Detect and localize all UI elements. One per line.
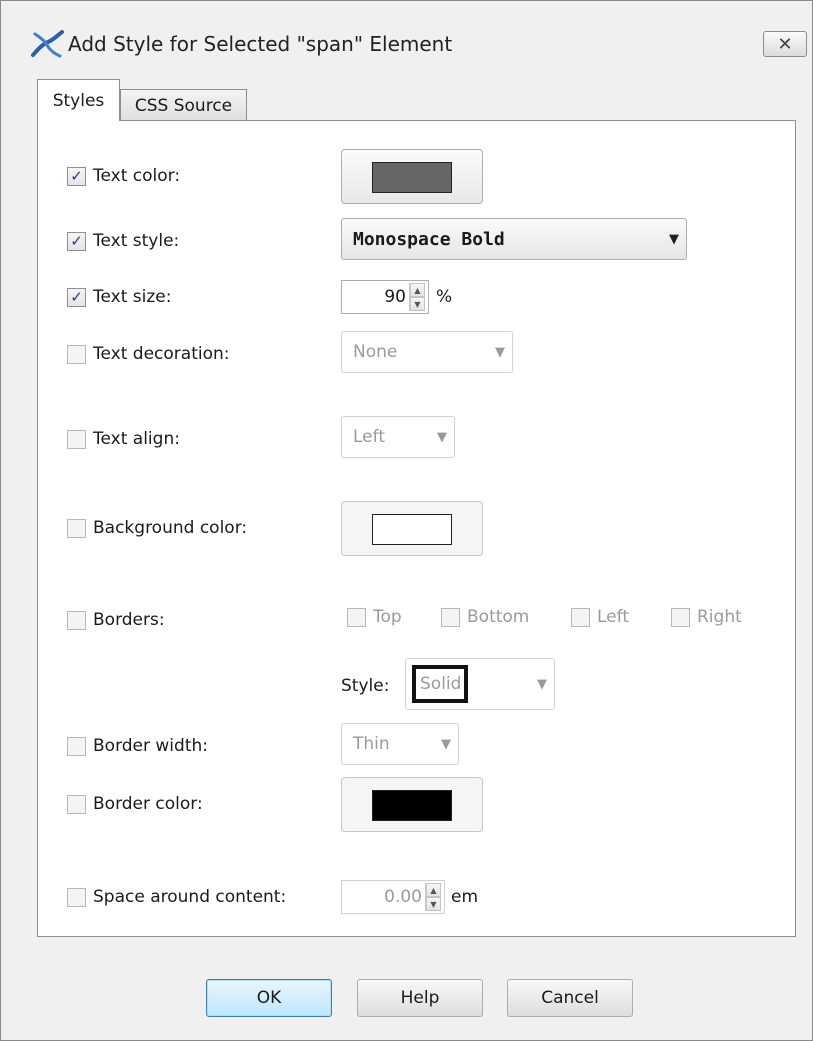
border-right-option[interactable]: Right [671,607,742,627]
chevron-down-icon: ▼ [441,736,451,752]
border-bottom-option[interactable]: Bottom [441,607,529,627]
space-around-spinner[interactable]: 0.00 ▲ ▼ [341,880,445,914]
text-align-checkbox[interactable]: Text align: [67,426,180,452]
checkbox-box[interactable] [347,607,366,627]
text-size-checkbox[interactable]: ✓ Text size: [67,284,171,310]
text-align-dropdown[interactable]: Left ▼ [341,416,455,458]
text-decoration-checkbox[interactable]: Text decoration: [67,341,229,367]
spinner-up-icon[interactable]: ▲ [410,283,425,297]
border-style-dropdown[interactable]: Solid ▼ [405,658,555,710]
text-decoration-dropdown[interactable]: None ▼ [341,331,513,373]
background-color-checkbox[interactable]: Background color: [67,515,247,541]
chevron-down-icon: ▼ [669,231,679,247]
background-color-button[interactable] [341,501,483,556]
help-button-label: Help [400,988,440,1008]
border-color-button[interactable] [341,777,483,832]
ok-button[interactable]: OK [206,979,332,1017]
app-logo-icon [31,30,64,58]
text-align-label: Text align: [93,429,180,449]
dialog-window: Add Style for Selected "span" Element ✕ … [0,0,813,1041]
tab-styles[interactable]: Styles [37,79,120,121]
text-decoration-value: None [353,342,398,362]
border-bottom-label: Bottom [467,607,530,627]
border-width-dropdown[interactable]: Thin ▼ [341,723,459,765]
text-color-label: Text color: [93,166,181,186]
spinner-up-icon[interactable]: ▲ [426,883,441,897]
tab-styles-label: Styles [52,90,105,111]
borders-label: Borders: [93,610,165,630]
spinner-down-icon[interactable]: ▼ [426,897,441,911]
close-button[interactable]: ✕ [763,31,807,57]
borders-checkbox[interactable]: Borders: [67,607,165,633]
ok-button-label: OK [256,988,282,1008]
checkbox-box[interactable] [67,344,86,364]
checkbox-box[interactable] [67,736,86,756]
checkbox-box[interactable] [67,429,86,449]
space-around-value: 0.00 [384,887,422,907]
tab-css-source[interactable]: CSS Source [120,89,247,121]
text-style-dropdown[interactable]: Monospace Bold ▼ [341,218,687,260]
border-color-checkbox[interactable]: Border color: [67,791,203,817]
spinner-arrows[interactable]: ▲ ▼ [409,283,425,311]
chevron-down-icon: ▼ [495,344,505,360]
border-right-label: Right [697,607,742,627]
space-around-checkbox[interactable]: Space around content: [67,884,286,910]
title-bar: Add Style for Selected "span" Element ✕ [1,1,812,58]
chevron-down-icon: ▼ [437,429,447,445]
border-color-swatch [372,790,452,821]
text-size-spinner[interactable]: 90 ▲ ▼ [341,280,429,314]
border-style-value: Solid [412,665,468,703]
close-icon: ✕ [777,33,793,55]
text-style-checkbox[interactable]: ✓ Text style: [67,228,179,254]
border-width-label: Border width: [93,736,208,756]
checkbox-box[interactable]: ✓ [67,287,86,307]
spinner-down-icon[interactable]: ▼ [410,297,425,311]
checkbox-box[interactable] [67,887,86,907]
border-color-label: Border color: [93,794,203,814]
checkbox-box[interactable] [671,607,690,627]
window-title: Add Style for Selected "span" Element [68,32,453,56]
help-button[interactable]: Help [357,979,483,1017]
cancel-button-label: Cancel [541,988,599,1008]
border-top-option[interactable]: Top [347,607,402,627]
checkbox-box[interactable] [67,794,86,814]
background-color-label: Background color: [93,518,248,538]
text-style-label: Text style: [93,231,180,251]
text-style-value: Monospace Bold [353,228,505,250]
cancel-button[interactable]: Cancel [507,979,633,1017]
checkbox-box[interactable]: ✓ [67,231,86,251]
border-style-label: Style: [341,676,390,696]
text-decoration-label: Text decoration: [93,344,230,364]
text-size-value: 90 [384,287,406,307]
border-width-value: Thin [353,734,390,754]
text-align-value: Left [353,427,385,447]
checkbox-box[interactable]: ✓ [67,166,86,186]
tab-css-source-label: CSS Source [134,95,233,116]
border-width-checkbox[interactable]: Border width: [67,733,208,759]
text-color-checkbox[interactable]: ✓ Text color: [67,163,180,189]
spinner-arrows[interactable]: ▲ ▼ [425,883,441,911]
background-color-swatch [372,514,452,545]
checkbox-box[interactable] [571,607,590,627]
text-size-unit: % [436,287,453,307]
text-color-button[interactable] [341,149,483,204]
chevron-down-icon: ▼ [537,676,547,692]
space-around-unit: em [451,887,479,907]
border-left-option[interactable]: Left [571,607,629,627]
checkbox-box[interactable] [67,518,86,538]
text-color-swatch [372,162,452,193]
border-top-label: Top [373,607,402,627]
checkbox-box[interactable] [441,607,460,627]
border-left-label: Left [597,607,629,627]
space-around-label: Space around content: [93,887,287,907]
checkbox-box[interactable] [67,610,86,630]
text-size-label: Text size: [93,287,172,307]
